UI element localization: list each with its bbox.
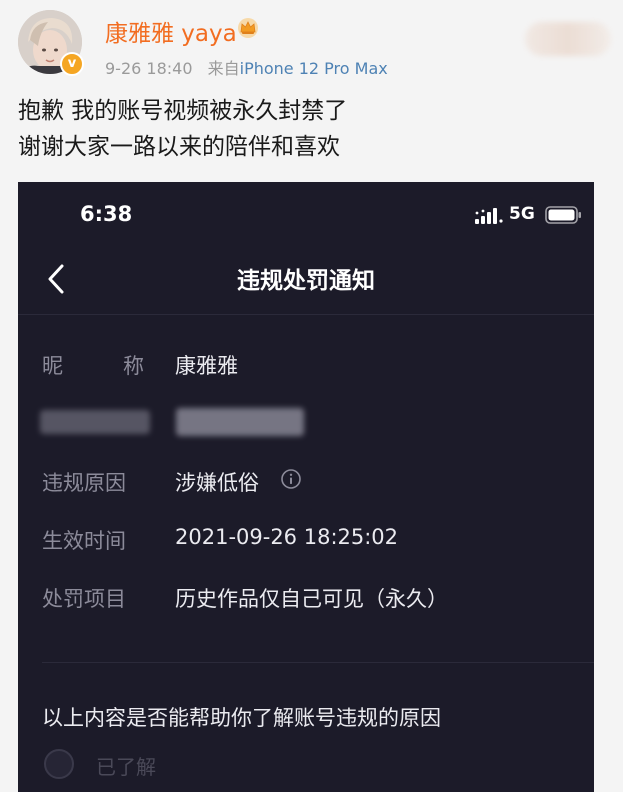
redacted-account-value — [176, 408, 304, 436]
source-prefix: 来自 — [207, 59, 240, 78]
crown-icon — [238, 18, 258, 38]
nickname-label: 昵 称 — [42, 350, 144, 380]
avatar-wrap[interactable]: v — [18, 10, 84, 76]
post-timestamp: 9-26 18:40 — [105, 59, 193, 78]
nickname-label-char-2: 称 — [123, 354, 144, 378]
penalty-label: 处罚项目 — [42, 587, 126, 611]
nickname-value: 康雅雅 — [175, 354, 238, 378]
penalty-value: 历史作品仅自己可见（永久） — [175, 587, 448, 611]
redacted-account-label — [40, 410, 150, 434]
understood-radio[interactable] — [44, 749, 74, 779]
weibo-post-page: v 康雅雅 yaya 9-26 18:40 来自iPhone 12 Pro Ma… — [0, 0, 623, 792]
nav-divider — [18, 314, 594, 315]
follow-button-blurred[interactable] — [525, 22, 611, 56]
section-divider — [42, 662, 594, 663]
page-title: 违规处罚通知 — [237, 268, 375, 294]
verified-badge-icon: v — [60, 52, 84, 76]
signal-icon — [475, 208, 503, 224]
post-text-line-2: 谢谢大家一路以来的陪伴和喜欢 — [18, 134, 340, 160]
reason-label: 违规原因 — [42, 471, 126, 495]
source-device[interactable]: iPhone 12 Pro Max — [240, 59, 388, 78]
battery-icon — [545, 206, 581, 224]
reason-value: 涉嫌低俗 — [175, 471, 259, 495]
understood-option-label[interactable]: 已了解 — [96, 751, 156, 780]
effective-time-label: 生效时间 — [42, 529, 126, 553]
post-text: 抱歉 我的账号视频被永久封禁了 谢谢大家一路以来的陪伴和喜欢 — [18, 93, 347, 165]
status-time: 6:38 — [80, 202, 133, 226]
username[interactable]: 康雅雅 yaya — [105, 14, 237, 48]
phone-screenshot: 6:38 5G 违规处罚通知 昵 称 康雅雅 违规原因 涉嫌低俗 生效时间 20… — [18, 182, 594, 792]
post-text-line-1: 抱歉 我的账号视频被永久封禁了 — [18, 98, 348, 124]
effective-time-value: 2021-09-26 18:25:02 — [175, 525, 399, 549]
post-header: v 康雅雅 yaya 9-26 18:40 来自iPhone 12 Pro Ma… — [0, 0, 623, 180]
network-label: 5G — [509, 204, 535, 224]
post-meta: 9-26 18:40 来自iPhone 12 Pro Max — [105, 55, 388, 79]
info-icon[interactable] — [280, 468, 302, 490]
nickname-label-char-1: 昵 — [42, 354, 63, 378]
feedback-question: 以上内容是否能帮助你了解账号违规的原因 — [42, 706, 441, 730]
